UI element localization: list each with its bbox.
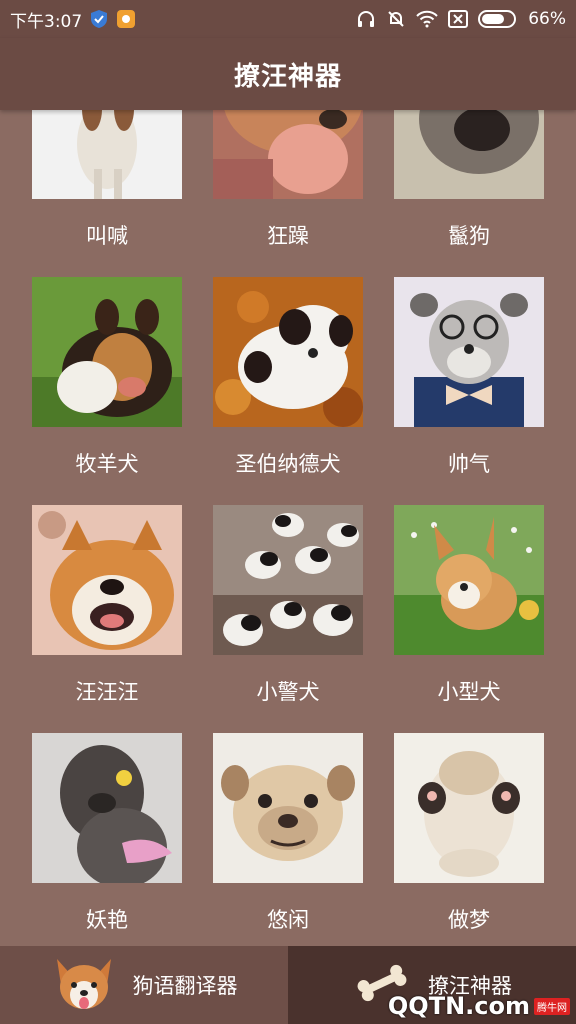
grid-item-label: 小警犬: [256, 680, 320, 704]
mute-bell-icon: [386, 9, 406, 29]
status-bar: 下午3:07 66%: [0, 0, 576, 38]
dog-photo-collie: [32, 277, 182, 427]
dog-photo-pug-blanket: [213, 733, 363, 883]
grid-item-manic[interactable]: 狂躁: [213, 110, 363, 277]
status-time: 下午3:07: [10, 11, 83, 32]
grid-item-label: 狂躁: [267, 224, 309, 248]
grid-item-label: 圣伯纳德犬: [235, 452, 341, 476]
grid-item-label: 帅气: [448, 452, 490, 476]
grid-item-puppies[interactable]: 小警犬: [213, 505, 363, 733]
grid-item-label: 妖艳: [86, 908, 128, 932]
app-notification-icon: [116, 9, 136, 29]
dog-photo-manic: [213, 110, 363, 199]
grid-item-label: 叫喊: [86, 224, 128, 248]
dog-photo-sleeping-bulldog: [394, 733, 544, 883]
grid-item-label: 悠闲: [267, 908, 309, 932]
watermark: QQTN.com 腾牛网: [388, 992, 570, 1020]
app-bar: 撩汪神器: [0, 38, 576, 110]
grid-item-saint-bernard[interactable]: 圣伯纳德犬: [213, 277, 363, 505]
grid-item-poodle[interactable]: 妖艳: [32, 733, 182, 946]
grid-item-label: 做梦: [448, 908, 490, 932]
grid-item-label: 牧羊犬: [75, 452, 139, 476]
tab-translator-label: 狗语翻译器: [132, 974, 238, 998]
wifi-icon: [416, 10, 438, 28]
dog-photo-corgi: [394, 505, 544, 655]
dog-photo-schnauzer-glasses: [394, 277, 544, 427]
dog-photo-saint-bernard: [213, 277, 363, 427]
grid-item-corgi[interactable]: 小型犬: [394, 505, 544, 733]
dog-photo-poodle: [32, 733, 182, 883]
grid-item-label: 小型犬: [437, 680, 501, 704]
grid-item-label: 鬣狗: [448, 224, 490, 248]
battery-percent: 66%: [528, 9, 566, 29]
grid-item-shiba[interactable]: 汪汪汪: [32, 505, 182, 733]
grid-item-label: 汪汪汪: [75, 680, 139, 704]
grid-item-barking[interactable]: 叫喊: [32, 110, 182, 277]
grid-item-sleeping[interactable]: 做梦: [394, 733, 544, 946]
dog-photo-shiba: [32, 505, 182, 655]
battery-icon: [478, 10, 518, 28]
no-sim-icon: [448, 10, 469, 28]
grid-item-collie[interactable]: 牧羊犬: [32, 277, 182, 505]
page-title: 撩汪神器: [233, 61, 342, 92]
watermark-badge: 腾牛网: [534, 997, 570, 1015]
watermark-text: QQTN.com: [387, 992, 530, 1020]
dog-photo-hyena: [394, 110, 544, 199]
grid-item-hyena[interactable]: 鬣狗: [394, 110, 544, 277]
dog-photo-puppies: [213, 505, 363, 655]
dog-sound-grid[interactable]: 叫喊 狂躁 鬣狗 牧羊犬 圣伯纳德犬 帅气 汪汪汪 小警犬 小型犬 妖艳 悠闲 …: [0, 110, 576, 946]
headphone-icon: [356, 9, 376, 29]
grid-item-pug[interactable]: 悠闲: [213, 733, 363, 946]
grid-item-schnauzer[interactable]: 帅气: [394, 277, 544, 505]
tab-translator[interactable]: 狗语翻译器: [0, 946, 288, 1024]
dog-photo-barking: [32, 110, 182, 199]
shield-icon: [90, 9, 108, 29]
corgi-face-icon: [51, 955, 117, 1016]
